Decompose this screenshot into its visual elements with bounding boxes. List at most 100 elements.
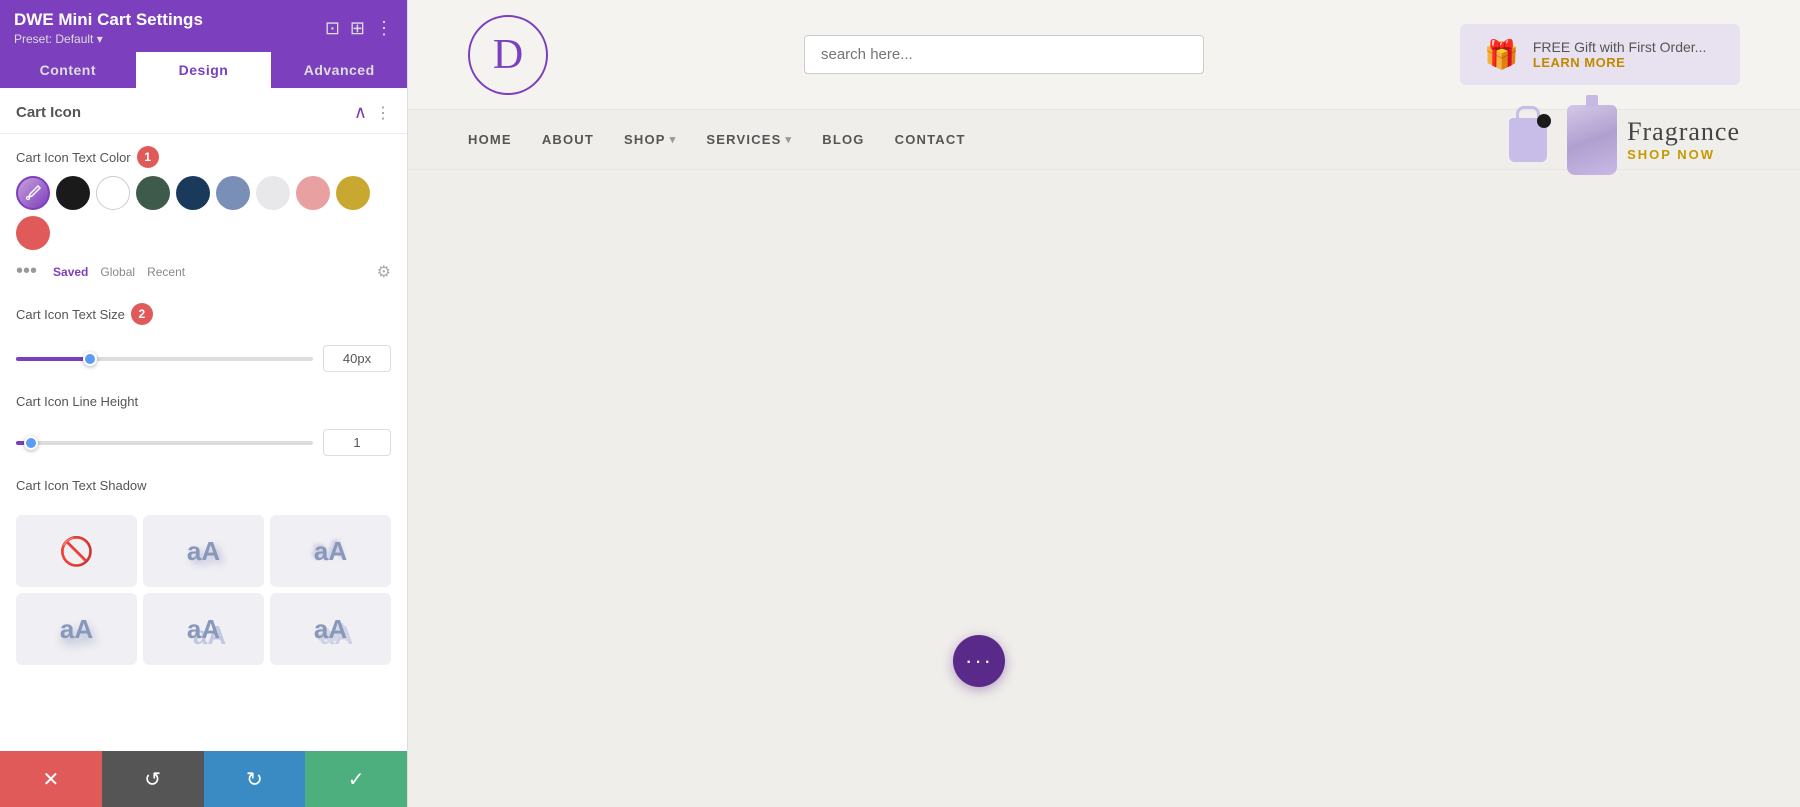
- nav-blog[interactable]: BLOG: [822, 132, 864, 147]
- fragrance-name: Fragrance: [1627, 117, 1740, 147]
- shadow-text-2: aA: [314, 536, 347, 567]
- bottom-bar: ✕ ↺ ↻ ✓: [0, 751, 407, 807]
- preview-area: D 🎁 FREE Gift with First Order... LEARN …: [408, 0, 1800, 807]
- cancel-button[interactable]: ✕: [0, 751, 102, 807]
- nav-shop[interactable]: SHOP▾: [624, 132, 676, 147]
- section-header-right: ∧ ⋮: [354, 102, 391, 123]
- cart-icon-text-shadow-label: Cart Icon Text Shadow: [16, 478, 391, 493]
- section-header: Cart Icon ∧ ⋮: [0, 88, 407, 134]
- swatch-steel-blue[interactable]: [216, 176, 250, 210]
- nav-links: HOME ABOUT SHOP▾ SERVICES▾ BLOG CONTACT: [468, 132, 966, 147]
- tab-design[interactable]: Design: [136, 52, 272, 88]
- shadow-option-none[interactable]: 🚫: [16, 515, 137, 587]
- cart-icon-text-size-row: Cart Icon Text Size 2: [0, 291, 407, 339]
- panel-preset: Preset: Default ▾: [14, 32, 203, 46]
- swatch-dark-green[interactable]: [136, 176, 170, 210]
- more-options-icon[interactable]: ⋮: [375, 18, 393, 39]
- swatch-red[interactable]: [16, 216, 50, 250]
- panel-tabs: Content Design Advanced: [0, 52, 407, 88]
- fragrance-block: Fragrance SHOP NOW: [1567, 105, 1740, 175]
- promo-banner: 🎁 FREE Gift with First Order... LEARN MO…: [1460, 24, 1740, 85]
- save-button[interactable]: ✓: [305, 751, 407, 807]
- tab-advanced[interactable]: Advanced: [271, 52, 407, 88]
- line-height-input[interactable]: 1: [323, 429, 391, 456]
- cart-icon-text-color-row: Cart Icon Text Color 1: [0, 134, 407, 260]
- shadow-option-3[interactable]: aA: [16, 593, 137, 665]
- promo-link[interactable]: LEARN MORE: [1533, 55, 1706, 70]
- shadow-text-5: aA: [314, 614, 347, 645]
- color-tab-recent[interactable]: Recent: [143, 263, 189, 281]
- swatch-gold[interactable]: [336, 176, 370, 210]
- nav-right: Fragrance SHOP NOW: [1509, 105, 1740, 175]
- dots-button[interactable]: •••: [16, 260, 37, 283]
- search-input[interactable]: [804, 35, 1204, 74]
- line-height-slider-track[interactable]: [16, 441, 313, 445]
- swatch-white[interactable]: [96, 176, 130, 210]
- panel-header: DWE Mini Cart Settings Preset: Default ▾…: [0, 0, 407, 52]
- nav-home[interactable]: HOME: [468, 132, 512, 147]
- tab-content[interactable]: Content: [0, 52, 136, 88]
- cart-icon[interactable]: [1509, 118, 1547, 162]
- section-title: Cart Icon: [16, 104, 81, 121]
- shadow-text-4: aA: [187, 614, 220, 645]
- badge-1: 1: [137, 146, 159, 168]
- cart-icon-text-color-label: Cart Icon Text Color 1: [16, 146, 391, 168]
- swatch-dark-blue[interactable]: [176, 176, 210, 210]
- shadow-option-2[interactable]: aA: [270, 515, 391, 587]
- panel-body: Cart Icon ∧ ⋮ Cart Icon Text Color 1: [0, 88, 407, 807]
- color-swatches: [16, 176, 391, 250]
- preview-top-bar: D 🎁 FREE Gift with First Order... LEARN …: [408, 0, 1800, 110]
- shadow-option-5[interactable]: aA: [270, 593, 391, 665]
- swatch-light-gray[interactable]: [256, 176, 290, 210]
- color-tabs-row: ••• Saved Global Recent ⚙: [0, 260, 407, 291]
- floating-dots-button[interactable]: ···: [953, 635, 1005, 687]
- gift-icon: 🎁: [1484, 38, 1519, 71]
- section-more-button[interactable]: ⋮: [375, 103, 391, 123]
- fragrance-text: Fragrance SHOP NOW: [1627, 117, 1740, 162]
- shadow-option-1[interactable]: aA: [143, 515, 264, 587]
- color-eyedropper[interactable]: [16, 176, 50, 210]
- grid-icon[interactable]: ⊞: [350, 18, 365, 39]
- shadow-text-1: aA: [187, 536, 220, 567]
- swatch-black[interactable]: [56, 176, 90, 210]
- text-size-input[interactable]: 40px: [323, 345, 391, 372]
- preview-nav: HOME ABOUT SHOP▾ SERVICES▾ BLOG CONTACT …: [408, 110, 1800, 170]
- swatch-rose[interactable]: [296, 176, 330, 210]
- cart-icon-text-size-label: Cart Icon Text Size 2: [16, 303, 391, 325]
- chevron-down-icon: ▾: [670, 133, 677, 146]
- shadow-grid: 🚫 aA aA aA aA aA: [0, 507, 407, 673]
- badge-2: 2: [131, 303, 153, 325]
- panel-title: DWE Mini Cart Settings: [14, 10, 203, 30]
- promo-text: FREE Gift with First Order... LEARN MORE: [1533, 39, 1706, 70]
- cart-dot: [1537, 114, 1551, 128]
- line-height-slider-row: 1: [0, 423, 407, 466]
- logo-letter: D: [493, 31, 523, 79]
- chevron-down-icon-2: ▾: [786, 133, 793, 146]
- color-tab-saved[interactable]: Saved: [49, 263, 92, 281]
- collapse-button[interactable]: ∧: [354, 102, 367, 123]
- fragrance-image: [1567, 105, 1617, 175]
- color-tab-global[interactable]: Global: [96, 263, 139, 281]
- shadow-option-4[interactable]: aA: [143, 593, 264, 665]
- cart-icon-text-shadow-row: Cart Icon Text Shadow: [0, 466, 407, 507]
- text-size-slider-track[interactable]: [16, 357, 313, 361]
- cart-bag: [1509, 118, 1547, 162]
- shadow-text-3: aA: [60, 614, 93, 645]
- fragrance-shop-now[interactable]: SHOP NOW: [1627, 147, 1740, 162]
- left-panel: DWE Mini Cart Settings Preset: Default ▾…: [0, 0, 408, 807]
- text-size-slider-row: 40px: [0, 339, 407, 382]
- nav-contact[interactable]: CONTACT: [895, 132, 966, 147]
- undo-button[interactable]: ↺: [102, 751, 204, 807]
- dots-text: ···: [965, 648, 993, 674]
- logo: D: [468, 15, 548, 95]
- redo-button[interactable]: ↻: [204, 751, 306, 807]
- no-shadow-icon: 🚫: [59, 535, 94, 568]
- nav-about[interactable]: ABOUT: [542, 132, 594, 147]
- cart-icon-line-height-row: Cart Icon Line Height: [0, 382, 407, 423]
- cart-icon-line-height-label: Cart Icon Line Height: [16, 394, 391, 409]
- promo-main-text: FREE Gift with First Order...: [1533, 39, 1706, 55]
- panel-header-icons: ⊡ ⊞ ⋮: [325, 18, 393, 39]
- fullscreen-icon[interactable]: ⊡: [325, 18, 340, 39]
- nav-services[interactable]: SERVICES▾: [706, 132, 792, 147]
- color-settings-icon[interactable]: ⚙: [377, 262, 391, 282]
